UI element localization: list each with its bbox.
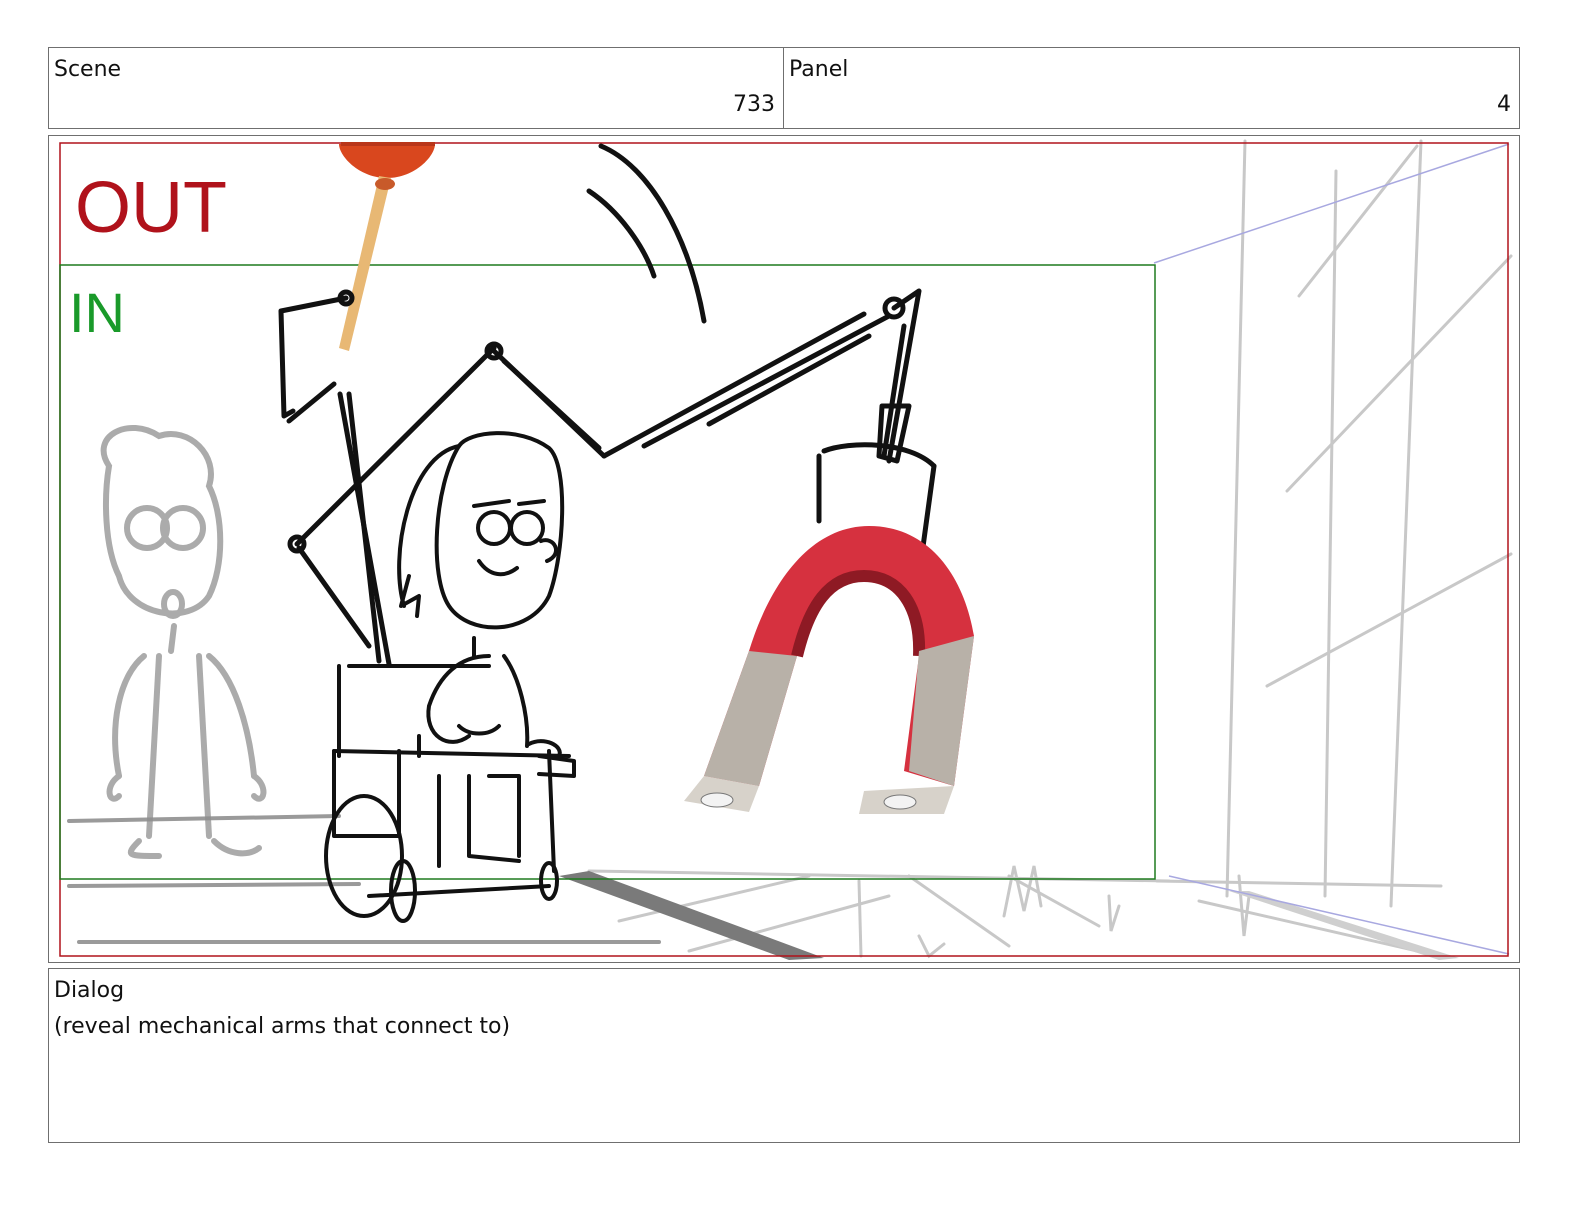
floor-shadow [559,871,824,960]
storyboard-drawing: OUT IN [59,139,1513,960]
panel-label: Panel [789,57,849,82]
in-safe-frame [59,264,1156,880]
panel-field: Panel 4 [783,47,1520,129]
dialog-label: Dialog [54,978,125,1003]
background-character [100,424,267,859]
dialog-text[interactable]: (reveal mechanical arms that connect to) [54,1014,510,1039]
dialog-field: Dialog (reveal mechanical arms that conn… [48,968,1520,1143]
panel-number[interactable]: 4 [1497,92,1511,117]
out-label: OUT [75,168,227,248]
background-sketch [67,139,1513,959]
scene-field: Scene 733 [48,47,784,129]
horseshoe-magnet [684,526,974,814]
plunger [339,142,435,351]
scene-label: Scene [54,57,122,82]
storyboard-frame[interactable]: OUT IN [48,135,1520,963]
scene-number[interactable]: 733 [733,92,775,117]
in-label: IN [69,281,125,344]
